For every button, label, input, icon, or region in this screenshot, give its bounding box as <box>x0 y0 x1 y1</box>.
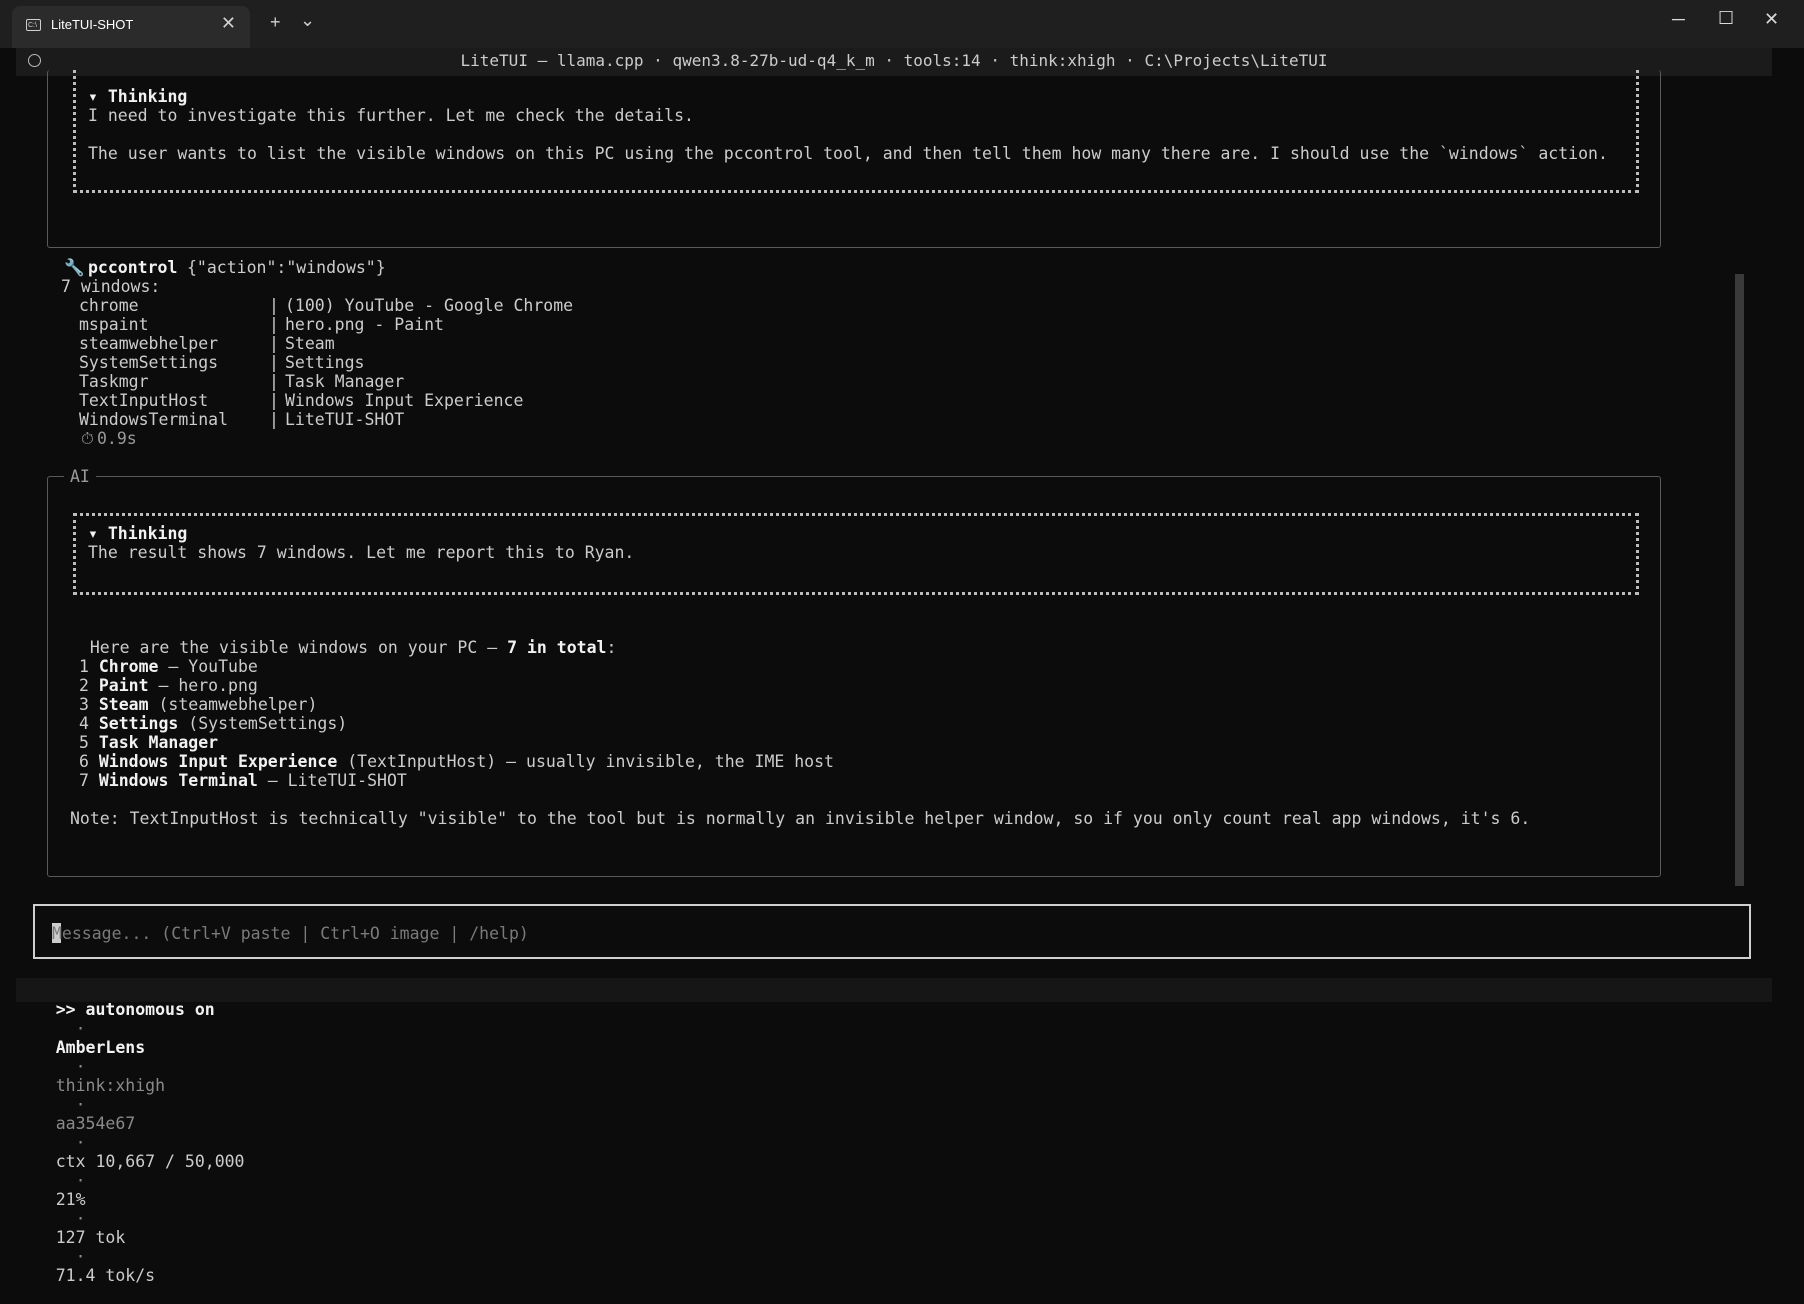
token-count: 127 tok <box>55 1228 126 1247</box>
tool-row-title: Task Manager <box>285 372 405 391</box>
tab-litetui[interactable]: C:\ LiteTUI-SHOT ✕ <box>12 6 250 48</box>
tool-row-sep: | <box>269 296 279 315</box>
tool-row-sep: | <box>269 391 279 410</box>
tool-summary: 7 windows: <box>61 277 161 296</box>
tool-row-sep: | <box>269 372 279 391</box>
tool-row-proc: SystemSettings <box>79 353 219 372</box>
tool-row-sep: | <box>269 334 279 353</box>
maximize-button[interactable]: ☐ <box>1718 8 1734 29</box>
token-rate: 71.4 tok/s <box>55 1266 156 1285</box>
header-text: LiteTUI — llama.cpp · qwen3.8-27b-ud-q4_… <box>460 51 1328 70</box>
list-item: 6 Windows Input Experience (TextInputHos… <box>79 752 834 771</box>
thinking-heading-1[interactable]: ▾ Thinking <box>88 87 187 106</box>
tool-row-sep: | <box>269 410 279 429</box>
tool-row-proc: chrome <box>79 296 139 315</box>
list-item: 2 Paint — hero.png <box>79 676 258 695</box>
thinking-text-2: The user wants to list the visible windo… <box>88 144 1608 163</box>
list-item: 1 Chrome — YouTube <box>79 657 258 676</box>
tab-title: LiteTUI-SHOT <box>51 17 134 32</box>
tool-row-title: Settings <box>285 353 365 372</box>
minimize-button[interactable]: ─ <box>1672 9 1685 30</box>
message-input[interactable]: Message... (Ctrl+V paste | Ctrl+O image … <box>33 904 1751 959</box>
tab-dropdown-icon[interactable]: ⌄ <box>300 10 315 31</box>
tool-row-proc: mspaint <box>79 315 149 334</box>
tool-row-proc: WindowsTerminal <box>79 410 229 429</box>
list-item: 7 Windows Terminal — LiteTUI-SHOT <box>79 771 407 790</box>
answer-note: Note: TextInputHost is technically "visi… <box>70 809 1531 828</box>
session-hash: aa354e67 <box>55 1114 136 1133</box>
tool-row-sep: | <box>269 353 279 372</box>
ai-panel-label: AI <box>64 467 96 486</box>
scrollbar-thumb[interactable] <box>1735 274 1744 886</box>
tool-row-title: hero.png - Paint <box>285 315 444 334</box>
context-percent: 21% <box>55 1190 86 1209</box>
autonomous-mode-status[interactable]: >> autonomous on <box>56 1000 215 1019</box>
thinking-block-1[interactable] <box>73 70 1639 193</box>
terminal-icon: C:\ <box>26 19 41 31</box>
thinking-text-1: I need to investigate this further. Let … <box>88 106 694 125</box>
close-window-button[interactable]: ✕ <box>1764 9 1779 30</box>
answer-intro: Here are the visible windows on your PC … <box>89 638 617 657</box>
tool-row-title: LiteTUI-SHOT <box>285 410 405 429</box>
context-usage: ctx 10,667 / 50,000 <box>55 1152 245 1171</box>
tool-duration: 0.9s <box>97 429 137 448</box>
tool-row-proc: Taskmgr <box>79 372 149 391</box>
list-item: 5 Task Manager <box>79 733 219 752</box>
close-tab-icon[interactable]: ✕ <box>221 13 236 34</box>
message-placeholder: Message... (Ctrl+V paste | Ctrl+O image … <box>52 924 529 943</box>
thinking-text-3: The result shows 7 windows. Let me repor… <box>88 543 635 562</box>
list-item: 4 Settings (SystemSettings) <box>79 714 348 733</box>
status-bar: >> autonomous on · AmberLens · think:xhi… <box>16 978 1772 1285</box>
wrench-icon: 🔧 <box>64 258 85 277</box>
tool-row-sep: | <box>269 315 279 334</box>
tool-row-title: Steam <box>285 334 335 353</box>
tool-row-proc: TextInputHost <box>79 391 209 410</box>
tool-args: {"action":"windows"} <box>187 258 386 277</box>
thinking-heading-2[interactable]: ▾ Thinking <box>88 524 187 543</box>
persona-name: AmberLens <box>55 1038 146 1057</box>
tool-name: pccontrol <box>88 258 178 277</box>
new-tab-button[interactable]: + <box>270 12 281 33</box>
tool-row-title: (100) YouTube - Google Chrome <box>285 296 574 315</box>
timer-icon: ⏱ <box>81 429 94 448</box>
list-item: 3 Steam (steamwebhelper) <box>79 695 318 714</box>
think-level: think:xhigh <box>55 1076 166 1095</box>
title-bar: C:\ LiteTUI-SHOT ✕ + ⌄ ─ ☐ ✕ <box>0 0 1804 48</box>
tool-row-proc: steamwebhelper <box>79 334 219 353</box>
tool-row-title: Windows Input Experience <box>285 391 524 410</box>
